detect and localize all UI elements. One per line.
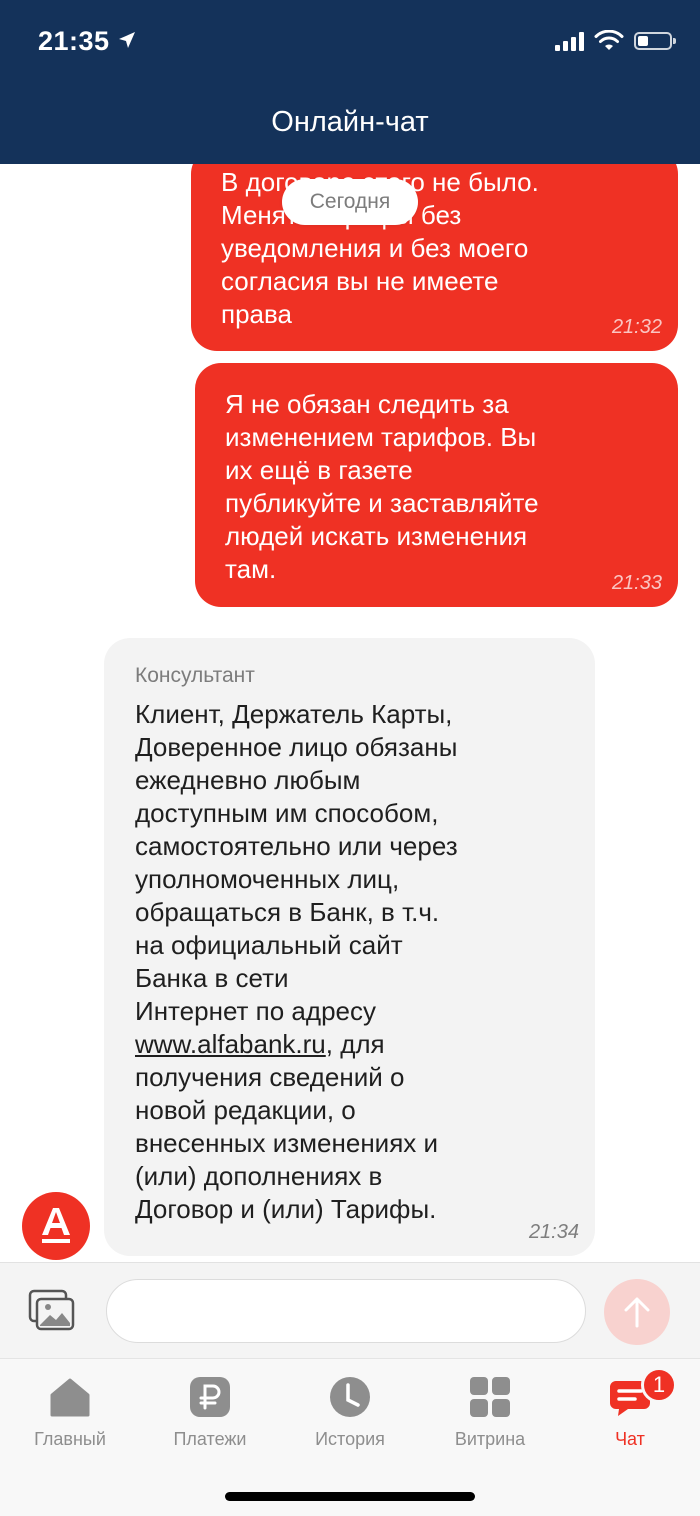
tab-chat[interactable]: 1 Чат: [560, 1359, 700, 1459]
arrow-up-icon: [624, 1297, 650, 1328]
tab-label: Витрина: [454, 1429, 526, 1449]
wifi-icon: [594, 30, 624, 50]
message-text: Я не обязан следить за изменением тарифо…: [225, 389, 539, 584]
outgoing-message[interactable]: Я не обязан следить за изменением тарифо…: [195, 363, 678, 607]
message-text: Клиент, Держатель Карты, Доверенное лицо…: [135, 698, 565, 1226]
chat-message-list[interactable]: В договоре этого не было. Менять тарифы …: [0, 164, 700, 1262]
incoming-message[interactable]: Консультант Клиент, Держатель Карты, Дов…: [104, 638, 595, 1256]
status-time: 21:35: [38, 26, 110, 56]
send-button[interactable]: [604, 1279, 670, 1345]
alfabank-link[interactable]: www.alfabank.ru: [135, 1029, 326, 1059]
status-indicators: [555, 30, 676, 52]
message-time: 21:34: [528, 1221, 579, 1243]
message-input[interactable]: [106, 1279, 586, 1343]
cellular-signal-icon: [555, 31, 584, 51]
clock-icon: [330, 1377, 370, 1417]
message-time: 21:32: [611, 316, 662, 338]
alfa-logo-icon: [42, 1208, 70, 1243]
app-header: 21:35 Онлайн-чат: [0, 0, 700, 164]
ruble-icon: [190, 1377, 230, 1417]
bank-logo-avatar: [22, 1192, 90, 1260]
message-composer: [0, 1262, 700, 1359]
battery-icon: [634, 32, 676, 50]
outgoing-message[interactable]: В договоре этого не было. Менять тарифы …: [191, 164, 678, 351]
location-arrow-icon: [119, 32, 135, 48]
page-title: Онлайн-чат: [271, 106, 429, 138]
tab-label: Главный: [34, 1429, 106, 1449]
home-icon: [50, 1378, 90, 1417]
tab-payments[interactable]: Платежи: [140, 1359, 280, 1459]
message-time: 21:33: [611, 572, 662, 594]
tab-label: История: [315, 1429, 385, 1449]
gallery-icon[interactable]: [28, 1289, 76, 1333]
tab-history[interactable]: История: [280, 1359, 420, 1459]
grid-icon: [470, 1377, 510, 1417]
tab-home[interactable]: Главный: [0, 1359, 140, 1459]
tab-showcase[interactable]: Витрина: [420, 1359, 560, 1459]
unread-badge: 1: [641, 1367, 677, 1403]
date-separator: Сегодня: [282, 179, 418, 225]
home-indicator: [225, 1492, 475, 1501]
message-author: Консультант: [135, 664, 255, 687]
tab-label: Чат: [615, 1429, 645, 1449]
tab-bar: Главный Платежи История Витрина 1 Чат: [0, 1358, 700, 1516]
message-text-part: Клиент, Держатель Карты, Доверенное лицо…: [135, 699, 458, 1026]
tab-label: Платежи: [173, 1429, 247, 1449]
